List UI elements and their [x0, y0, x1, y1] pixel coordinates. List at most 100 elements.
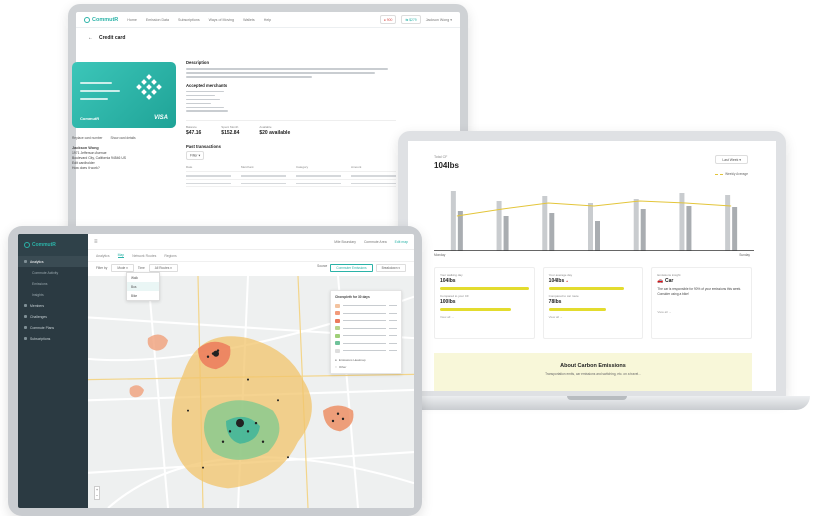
card-expiry-line	[80, 98, 108, 100]
dropdown-option-walk[interactable]: Walk	[127, 273, 159, 282]
menu-icon[interactable]: ≡	[94, 239, 98, 245]
edit-map-button[interactable]: Edit map	[395, 240, 408, 244]
legend-row[interactable]	[335, 317, 397, 325]
legend-value	[389, 335, 397, 337]
tab-map[interactable]: Map	[117, 253, 125, 258]
view-all-link[interactable]: View all →	[440, 315, 529, 319]
time-select[interactable]: All Routes ▾	[148, 264, 178, 272]
legend-row[interactable]	[335, 340, 397, 348]
table-header: Date Merchant Category Amount	[186, 163, 396, 173]
emissions-chart	[434, 191, 754, 251]
tablet: CommutR Analytics Commute Activity Emiss…	[8, 226, 422, 516]
emissions-map[interactable]: Choropleth for 30 days ● Emissions Heatma…	[88, 276, 414, 508]
legend-row[interactable]	[335, 302, 397, 310]
transactions-table: Date Merchant Category Amount	[186, 163, 396, 188]
balance-badge[interactable]: ⇆ $279	[401, 15, 421, 24]
tab-network-routes[interactable]: Network Routes	[132, 254, 156, 258]
nav-link-ways[interactable]: Ways of Moving	[209, 18, 234, 22]
tablet-logo[interactable]: CommutR	[18, 234, 88, 256]
sidebar-item-commute-plans[interactable]: Commute Plans	[18, 322, 88, 333]
legend-label: Weekly Average	[725, 172, 748, 176]
card-brand: CommutR	[80, 116, 100, 121]
user-menu[interactable]: Jackson Wong ▾	[426, 18, 452, 22]
breakdown-select[interactable]: Breakdown ▾	[375, 264, 406, 272]
cluster-marker[interactable]	[236, 418, 244, 428]
sidebar-item-challenges[interactable]: Challenges	[18, 311, 88, 322]
legend-row[interactable]	[335, 347, 397, 355]
commuter-emissions-button[interactable]: Commuter Emissions	[330, 264, 373, 272]
sidebar-item-analytics[interactable]: Analytics	[18, 256, 88, 267]
period-select[interactable]: Last Week ▾	[715, 155, 748, 164]
show-details-toggle[interactable]: Show card details	[110, 136, 135, 140]
nav-link-help[interactable]: Help	[264, 18, 271, 22]
tablet-tabs: Analytics Map Network Routes Regions	[88, 250, 414, 262]
card-details-panel: Description Accepted merchants Balance $4…	[186, 60, 396, 188]
metric-bar	[440, 308, 511, 311]
metric-label: Your walking day	[440, 273, 463, 277]
sidebar-item-subscriptions[interactable]: Subscriptions	[18, 333, 88, 344]
legend-label	[343, 350, 386, 352]
how-it-works-link[interactable]: How does it work?	[72, 166, 100, 170]
chart-bar	[679, 193, 685, 251]
heat-region-small[interactable]	[147, 334, 168, 351]
description-heading: Description	[186, 60, 210, 65]
page-header: ← Credit card	[76, 28, 460, 45]
commute-area-button[interactable]: Commute Area	[364, 240, 387, 244]
heat-region-orange[interactable]	[323, 405, 354, 432]
view-all-link[interactable]: View all →	[549, 315, 638, 319]
nav-link-home[interactable]: Home	[127, 18, 137, 22]
metric-value: 104lbs	[440, 278, 456, 284]
legend-label	[343, 312, 386, 314]
back-arrow-icon[interactable]: ←	[88, 35, 93, 41]
brand-name: CommutR	[92, 16, 119, 23]
edit-cardholder-link[interactable]: Edit cardholder	[72, 161, 95, 165]
heat-region-small[interactable]	[129, 385, 145, 398]
dropdown-option-bike[interactable]: Bike	[127, 291, 159, 300]
holder-street: 1971 Jefferson Avenue	[72, 151, 107, 155]
nav-link-emission-data[interactable]: Emission Data	[146, 18, 169, 22]
legend-footer-other[interactable]: ○ Other	[335, 365, 397, 369]
nav-link-wallets[interactable]: Wallets	[243, 18, 255, 22]
points-badge[interactable]: ● 900	[379, 15, 397, 24]
legend-row[interactable]	[335, 310, 397, 318]
legend-label	[343, 305, 386, 307]
metric-value: 🚗 Car	[657, 278, 674, 284]
table-row[interactable]	[186, 172, 396, 180]
mode-select[interactable]: Mode ▾	[111, 264, 134, 272]
sidebar-item-commute-activity[interactable]: Commute Activity	[18, 267, 88, 278]
list-item	[186, 106, 224, 109]
sidebar-item-emissions[interactable]: Emissions	[18, 278, 88, 289]
tab-analytics[interactable]: Analytics	[96, 254, 110, 258]
metric-value: 100lbs	[440, 299, 456, 305]
legend-footer-heatmap[interactable]: ● Emissions Heatmap	[335, 358, 397, 362]
sidebar-item-insights[interactable]: Insights	[18, 289, 88, 300]
logo-icon	[84, 16, 90, 23]
zoom-out-button[interactable]: −	[95, 493, 99, 499]
view-all-link[interactable]: View all →	[657, 310, 746, 314]
legend-row[interactable]	[335, 325, 397, 333]
chart-bar	[686, 206, 692, 251]
cluster-marker[interactable]	[213, 350, 219, 357]
replace-card-link[interactable]: Replace card number	[72, 136, 102, 140]
chart-legend: Weekly Average	[715, 172, 748, 176]
nav-link-subscriptions[interactable]: Subscriptions	[178, 18, 200, 22]
chart-bar	[457, 211, 463, 251]
tab-regions[interactable]: Regions	[164, 254, 176, 258]
cardholder-address: Jackson Wong 1971 Jefferson Avenue Boule…	[72, 146, 176, 171]
metric-label: Compared to your CF	[440, 294, 469, 298]
laptop-screen: Total CF 104lbs Last Week ▾ Weekly Avera…	[408, 141, 776, 391]
legend-row[interactable]	[335, 332, 397, 340]
cf-value: 104lbs	[434, 161, 459, 170]
sidebar-item-members[interactable]: Members	[18, 300, 88, 311]
credit-card[interactable]: CommutR VISA	[72, 62, 176, 128]
metric-card-average: Your average day 104lbs ▲ Compared to ca…	[542, 267, 644, 339]
accepted-heading: Accepted merchants	[186, 82, 228, 88]
table-row[interactable]	[186, 180, 396, 188]
brand-logo[interactable]: CommutR	[84, 16, 119, 23]
chart-bar	[549, 213, 555, 251]
about-subtitle: Transportation emits, car emissions and …	[545, 372, 641, 376]
col-merchant: Merchant	[241, 165, 254, 170]
transactions-filter[interactable]: Filter ▾	[186, 150, 205, 160]
dropdown-option-bus[interactable]: Bus	[127, 282, 159, 291]
mile-boundary-button[interactable]: Mile Boundary	[334, 240, 356, 244]
